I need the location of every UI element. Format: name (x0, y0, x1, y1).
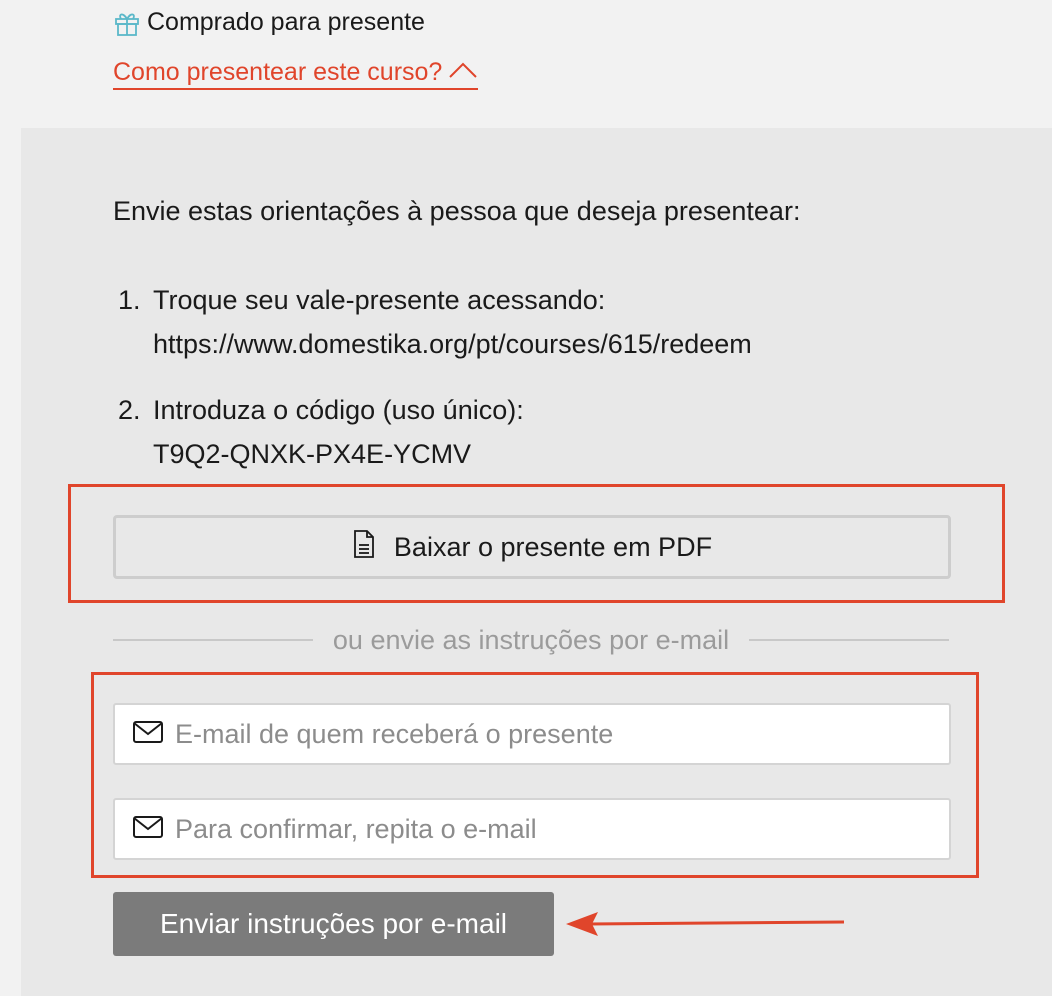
instructions-intro: Envie estas orientações à pessoa que des… (113, 196, 801, 226)
step-text: Introduza o código (uso único): (153, 395, 524, 425)
gift-code: T9Q2-QNXK-PX4E-YCMV (153, 439, 472, 469)
download-pdf-button[interactable]: Baixar o presente em PDF (113, 515, 951, 579)
chevron-up-icon (448, 58, 478, 86)
how-to-gift-link[interactable]: Como presentear este curso? (113, 58, 479, 90)
confirm-email-input[interactable] (175, 800, 949, 858)
email-divider: ou envie as instruções por e-mail (113, 624, 950, 656)
instruction-step-2: 2. Introduza o código (uso único): T9Q2-Q… (118, 388, 524, 476)
document-icon (352, 529, 376, 566)
recipient-email-input[interactable] (175, 705, 949, 763)
recipient-email-field[interactable] (113, 703, 951, 765)
divider-text: ou envie as instruções por e-mail (332, 624, 730, 655)
divider-line-right (749, 639, 950, 641)
annotation-arrow (566, 908, 846, 945)
step-number: 1. (118, 285, 141, 315)
download-pdf-label: Baixar o presente em PDF (393, 531, 713, 562)
send-email-instructions-button[interactable]: Enviar instruções por e-mail (113, 892, 554, 956)
step-number: 2. (118, 395, 141, 425)
gift-status-label: Comprado para presente (147, 8, 425, 36)
gift-status: Comprado para presente (113, 8, 425, 37)
redeem-url: https://www.domestika.org/pt/courses/615… (153, 329, 752, 359)
envelope-icon (115, 720, 175, 748)
envelope-icon (115, 815, 175, 843)
step-text: Troque seu vale-presente acessando: (153, 285, 606, 315)
confirm-email-field[interactable] (113, 798, 951, 860)
send-email-label: Enviar instruções por e-mail (159, 908, 508, 939)
instruction-step-1: 1. Troque seu vale-presente acessando: ht… (118, 278, 752, 366)
divider-line-left (113, 639, 313, 641)
how-to-gift-label: Como presentear este curso? (113, 58, 443, 86)
gift-icon (113, 9, 141, 37)
